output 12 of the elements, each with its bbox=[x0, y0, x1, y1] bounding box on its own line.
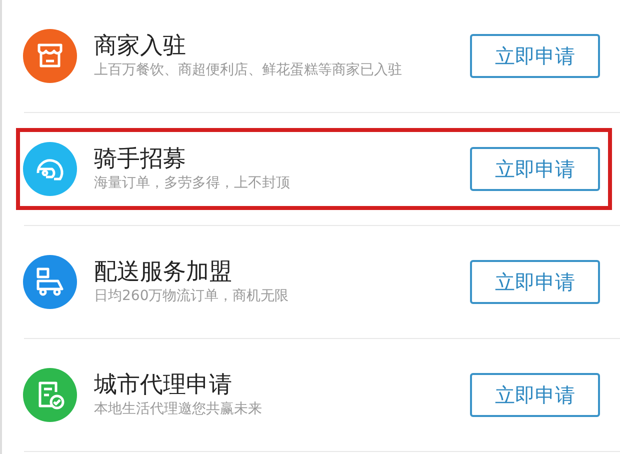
apply-button[interactable]: 立即申请 bbox=[470, 260, 600, 304]
item-title: 配送服务加盟 bbox=[94, 258, 233, 287]
item-description: 日均260万物流订单，商机无限 bbox=[94, 286, 290, 306]
item-description: 海量订单，多劳多得，上不封顶 bbox=[94, 174, 291, 193]
item-description: 本地生活代理邀您共赢未来 bbox=[94, 400, 263, 419]
item-title: 商家入驻 bbox=[94, 32, 187, 61]
item-title: 骑手招募 bbox=[94, 144, 187, 174]
apply-button[interactable]: 立即申请 bbox=[470, 34, 600, 78]
apply-button[interactable]: 立即申请 bbox=[470, 373, 600, 417]
item-title: 城市代理申请 bbox=[94, 370, 233, 400]
item-description: 上百万餐饮、商超便利店、鲜花蛋糕等商家已入驻 bbox=[94, 60, 403, 80]
apply-button[interactable]: 立即申请 bbox=[470, 147, 600, 191]
